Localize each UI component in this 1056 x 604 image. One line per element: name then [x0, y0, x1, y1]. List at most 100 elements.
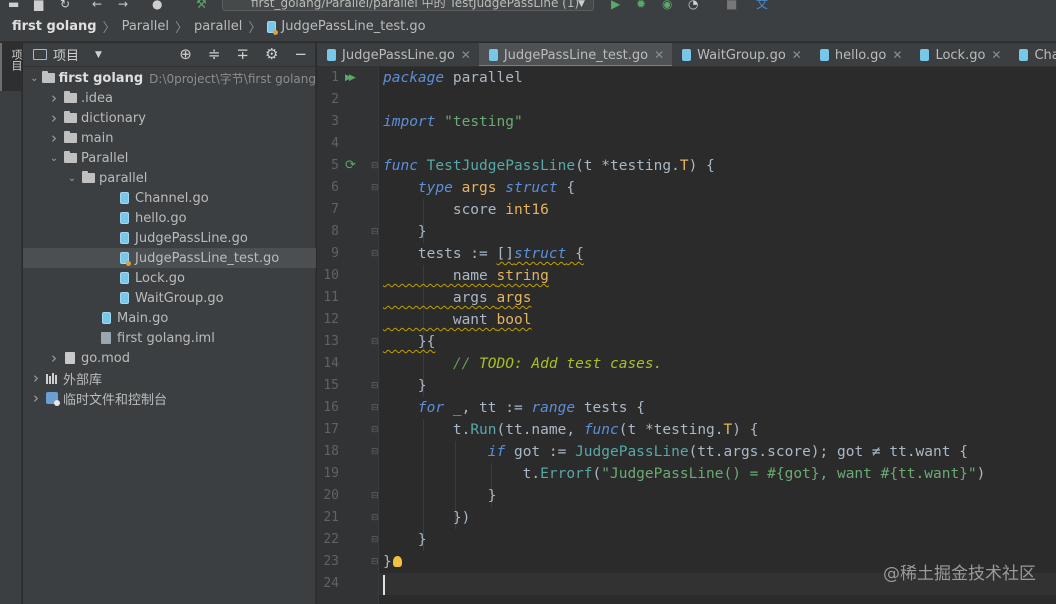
- chevron-right-icon[interactable]: ›: [29, 389, 43, 407]
- build-hammer-icon[interactable]: ⚒: [196, 0, 207, 11]
- fold-marker-icon[interactable]: ⊟: [371, 441, 379, 463]
- fold-marker-icon[interactable]: ⊟: [371, 177, 379, 199]
- close-icon[interactable]: ✕: [991, 48, 1001, 62]
- project-tool-tab[interactable]: 项目: [0, 43, 23, 91]
- chevron-down-icon[interactable]: ⌄: [29, 73, 40, 84]
- debug-icon[interactable]: ✹: [636, 0, 646, 11]
- code-line[interactable]: }): [383, 507, 470, 529]
- code-line[interactable]: score int16: [383, 199, 549, 221]
- tree-item[interactable]: Channel.go: [23, 188, 316, 208]
- tree-item[interactable]: › .idea: [23, 88, 316, 108]
- fold-marker-icon[interactable]: ⊟: [371, 243, 379, 265]
- code-line[interactable]: func TestJudgePassLine(t *testing.T) {: [383, 155, 715, 177]
- close-icon[interactable]: ✕: [892, 48, 902, 62]
- editor-tab[interactable]: hello.go ✕: [810, 43, 911, 66]
- code-line[interactable]: import "testing": [383, 111, 523, 133]
- close-icon[interactable]: ✕: [461, 48, 471, 62]
- stop-icon[interactable]: ■: [726, 0, 737, 11]
- chevron-right-icon[interactable]: ›: [29, 369, 43, 387]
- code-editor[interactable]: 1 2 3 4 5 6 7 8 9 10 11 12 13 14 15 16 17 18 19 20 21 22 23 24 ▶…: [317, 67, 1056, 604]
- fold-marker-icon[interactable]: ⊟: [371, 221, 379, 243]
- breadcrumb-parallel-pkg[interactable]: parallel: [194, 19, 242, 34]
- tree-item[interactable]: ⌄ Parallel: [23, 148, 316, 168]
- fold-marker-icon[interactable]: ⊟: [371, 529, 379, 551]
- tree-item[interactable]: JudgePassLine_test.go: [23, 248, 316, 268]
- code-line[interactable]: tests := []struct {: [383, 243, 584, 265]
- code-line[interactable]: t.Run(tt.name, func(t *testing.T) {: [383, 419, 759, 441]
- code-line[interactable]: type args struct {: [383, 177, 575, 199]
- editor-tab[interactable]: JudgePassLine.go ✕: [317, 43, 479, 66]
- fold-marker-icon[interactable]: ⊟: [371, 485, 379, 507]
- open-folder-icon[interactable]: ▬: [8, 0, 19, 11]
- run-test-icon[interactable]: ⟳: [345, 155, 356, 177]
- forward-icon[interactable]: →: [118, 0, 128, 11]
- tree-item[interactable]: › 外部库: [23, 368, 316, 388]
- run-icon[interactable]: ▶: [611, 0, 620, 11]
- code-line[interactable]: }: [383, 221, 427, 243]
- tree-item[interactable]: first golang.iml: [23, 328, 316, 348]
- fold-marker-icon[interactable]: ⊟: [371, 155, 379, 177]
- run-config-selector[interactable]: first_golang/Parallel/parallel 中的 TestJu…: [222, 0, 594, 11]
- close-icon[interactable]: ✕: [654, 48, 664, 62]
- fold-marker-icon[interactable]: ⊟: [371, 331, 379, 353]
- locate-file-icon[interactable]: ⊕: [179, 45, 192, 63]
- chevron-right-icon[interactable]: ›: [47, 109, 61, 127]
- code-line[interactable]: }: [383, 485, 497, 507]
- intention-bulb-icon[interactable]: [393, 556, 402, 567]
- chevron-down-icon[interactable]: ⌄: [65, 173, 79, 184]
- expand-all-icon[interactable]: ≑: [208, 45, 221, 63]
- tree-item[interactable]: hello.go: [23, 208, 316, 228]
- collapse-all-icon[interactable]: ∓: [236, 45, 249, 63]
- back-icon[interactable]: ←: [92, 0, 102, 11]
- tree-item[interactable]: › go.mod: [23, 348, 316, 368]
- code-line[interactable]: }: [383, 375, 427, 397]
- code-line[interactable]: name string: [383, 265, 549, 287]
- code-line[interactable]: for _, tt := range tests {: [383, 397, 645, 419]
- code-line[interactable]: want bool: [383, 309, 532, 331]
- editor-tab[interactable]: JudgePassLine_test.go ✕: [478, 43, 673, 66]
- editor-tab[interactable]: WaitGroup.go ✕: [672, 43, 810, 66]
- tree-item[interactable]: ⌄ first golang D:\0project\字节\first golang: [23, 68, 316, 88]
- tree-item[interactable]: WaitGroup.go: [23, 288, 316, 308]
- code-line[interactable]: }{: [383, 331, 435, 353]
- code-area[interactable]: package parallel import "testing" func Tes…: [379, 67, 1056, 604]
- tree-item[interactable]: › main: [23, 128, 316, 148]
- editor-tab[interactable]: Channel.go✕: [1009, 43, 1056, 66]
- coverage-icon[interactable]: ◉: [662, 0, 672, 11]
- chevron-right-icon[interactable]: ›: [47, 89, 61, 107]
- tree-item[interactable]: Main.go: [23, 308, 316, 328]
- editor-tab[interactable]: Lock.go ✕: [910, 43, 1009, 66]
- fold-marker-icon[interactable]: ⊟: [371, 375, 379, 397]
- chevron-down-icon[interactable]: ▼: [578, 0, 585, 11]
- close-icon[interactable]: ✕: [792, 48, 802, 62]
- translate-icon[interactable]: 文: [756, 0, 768, 11]
- minimize-icon[interactable]: −: [294, 45, 307, 63]
- save-icon[interactable]: ▆: [34, 0, 43, 11]
- chevron-right-icon[interactable]: ›: [47, 129, 61, 147]
- profile-icon[interactable]: ◔: [688, 0, 698, 11]
- chevron-down-icon[interactable]: ▼: [95, 50, 102, 60]
- fold-marker-icon[interactable]: ⊟: [371, 397, 379, 419]
- code-line[interactable]: // TODO: Add test cases.: [383, 353, 663, 375]
- tree-item[interactable]: ⌄ parallel: [23, 168, 316, 188]
- code-line[interactable]: if got := JudgePassLine(tt.args.score); …: [383, 441, 968, 463]
- tree-item[interactable]: JudgePassLine.go: [23, 228, 316, 248]
- sync-icon[interactable]: ↻: [60, 0, 70, 11]
- tree-item[interactable]: Lock.go: [23, 268, 316, 288]
- run-line-icon[interactable]: ▶▶: [345, 67, 356, 89]
- fold-marker-icon[interactable]: ⊟: [371, 419, 379, 441]
- code-line[interactable]: }: [383, 529, 427, 551]
- chevron-down-icon[interactable]: ⌄: [47, 153, 61, 164]
- fold-marker-icon[interactable]: ⊟: [371, 507, 379, 529]
- breadcrumb-parallel-dir[interactable]: Parallel: [122, 19, 169, 34]
- code-line[interactable]: t.Errorf("JudgePassLine() = #{got}, want…: [383, 463, 986, 485]
- breadcrumb-file[interactable]: JudgePassLine_test.go: [281, 19, 425, 34]
- gear-icon[interactable]: ⚙: [265, 45, 278, 63]
- tree-item[interactable]: › dictionary: [23, 108, 316, 128]
- user-icon[interactable]: ●: [152, 0, 162, 11]
- chevron-right-icon[interactable]: ›: [47, 349, 61, 367]
- project-panel-title[interactable]: 项目: [53, 45, 79, 64]
- code-line[interactable]: }: [383, 551, 392, 573]
- breadcrumb-project[interactable]: first golang: [12, 19, 97, 34]
- code-line[interactable]: args args: [383, 287, 532, 309]
